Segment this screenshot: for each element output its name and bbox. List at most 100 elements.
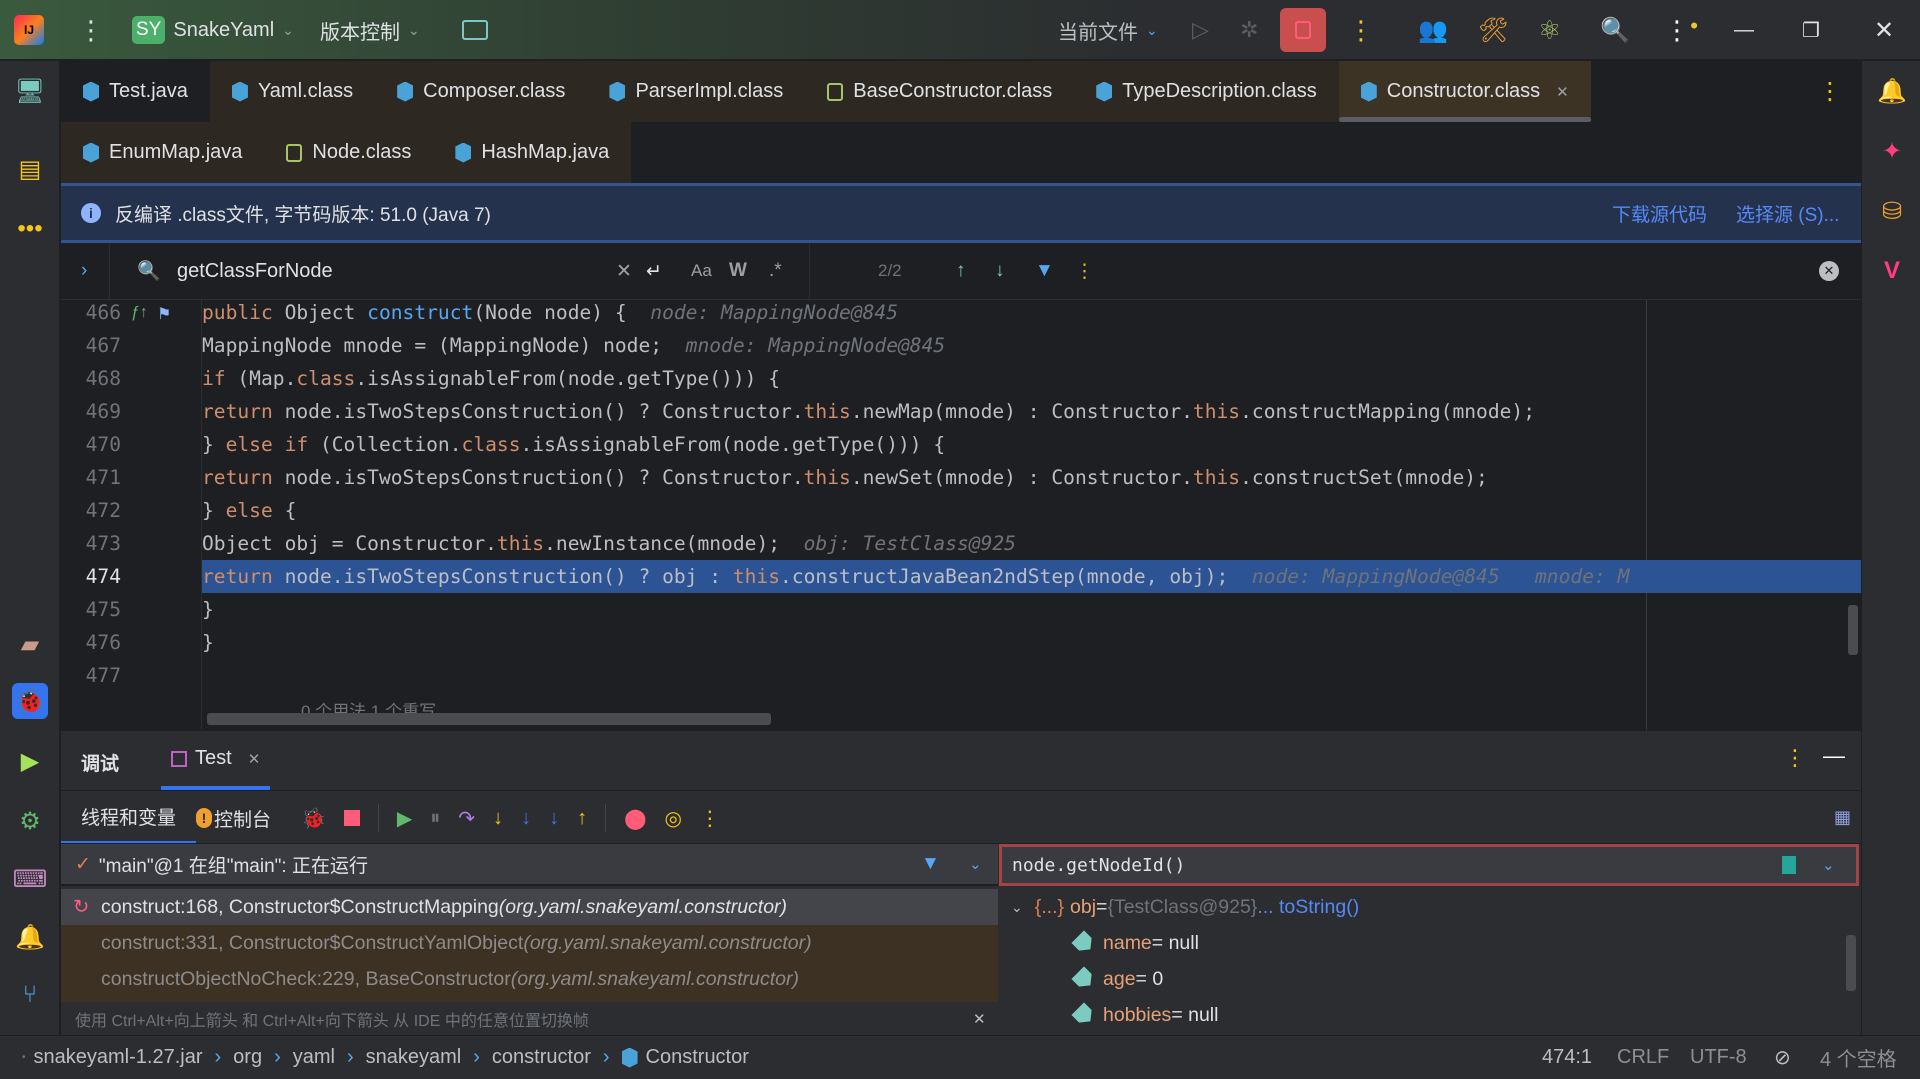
find-options-icon[interactable]: ⋮ (1075, 260, 1094, 283)
regex-toggle[interactable]: .* (769, 260, 782, 282)
stop-icon[interactable] (343, 810, 360, 826)
close-tab-icon[interactable]: ✕ (1556, 83, 1569, 101)
notifications-icon[interactable]: 🔔 (1874, 73, 1910, 109)
next-match-icon[interactable]: ↓ (995, 260, 1005, 282)
tostring-link[interactable]: ... toString() (1257, 896, 1359, 919)
horizontal-scrollbar[interactable] (207, 713, 771, 725)
tab-constructor-class[interactable]: Constructor.class ✕ (1338, 61, 1591, 122)
tab-baseconstructor-class[interactable]: BaseConstructor.class (805, 61, 1075, 122)
variable-field[interactable]: hobbies = null (1075, 997, 1218, 1033)
previous-match-icon[interactable]: ↑ (956, 260, 966, 282)
breadcrumb-item[interactable]: Constructor (646, 1046, 749, 1069)
code-with-me-icon[interactable]: 👥 (1418, 16, 1448, 45)
tab-console[interactable]: ! 控制台 (196, 791, 271, 845)
layout-settings-icon[interactable]: ▦ (1834, 807, 1851, 828)
indent-setting[interactable]: 4 个空格 (1820, 1043, 1897, 1072)
line-separator[interactable]: CRLF (1617, 1046, 1669, 1069)
readonly-icon[interactable]: ⊘ (1774, 1045, 1791, 1070)
more-debug-actions-icon[interactable]: ⋮ (700, 806, 720, 831)
code-editor[interactable]: ƒ↑ ⚑ 0 个用法 1 个重写 466 public Object const… (61, 300, 1861, 730)
close-find-icon[interactable]: ✕ (1819, 261, 1839, 281)
tab-node-class[interactable]: Node.class (264, 122, 434, 183)
force-step-into-icon[interactable]: ↓ (521, 807, 531, 830)
app-logo[interactable]: IJ (14, 0, 44, 60)
ai-chat-icon[interactable]: ✦ (1874, 133, 1910, 169)
line-number[interactable]: 473 (81, 532, 121, 555)
find-input[interactable] (177, 259, 557, 283)
line-number[interactable]: 475 (81, 598, 121, 621)
debug-tool-icon[interactable]: 🐞 (12, 683, 48, 719)
stack-frame[interactable]: ↻ construct:168, Constructor$ConstructMap… (61, 889, 998, 925)
clear-search-icon[interactable]: ✕ (616, 260, 632, 283)
services-icon[interactable]: ▰ (12, 626, 48, 662)
structure-icon[interactable]: ▤ (12, 151, 48, 187)
search-history-icon[interactable]: 🔍 (137, 259, 161, 283)
stack-frame[interactable]: construct:331, Constructor$ConstructYaml… (61, 925, 998, 961)
step-into-icon[interactable]: ↓ (493, 807, 503, 830)
git-icon[interactable]: ⑂ (12, 977, 48, 1013)
line-number[interactable]: 471 (81, 466, 121, 489)
line-number[interactable]: 469 (81, 400, 121, 423)
smart-step-into-icon[interactable]: ↓ (549, 807, 559, 830)
project-view-icon[interactable]: 🖥 (12, 73, 48, 109)
chevron-down-icon[interactable]: ⌄ (969, 855, 982, 873)
minimize-icon[interactable]: — (1734, 19, 1754, 42)
vcs-menu[interactable]: 版本控制 ⌄ (320, 0, 420, 60)
database-icon[interactable]: ⛁ (1874, 193, 1910, 229)
tab-hashmap-java[interactable]: HashMap.java (433, 122, 632, 183)
panel-options-icon[interactable]: ⋮ (1784, 745, 1806, 771)
whole-words-toggle[interactable]: W (729, 260, 747, 282)
variable-field[interactable]: age = 0 (1075, 961, 1163, 997)
close-tab-icon[interactable]: ✕ (248, 750, 261, 768)
line-number[interactable]: 466 (81, 301, 121, 324)
step-out-icon[interactable]: ↑ (577, 807, 587, 830)
line-number[interactable]: 477 (81, 664, 121, 687)
tab-test-java[interactable]: Test.java (61, 61, 210, 122)
variables-scrollbar[interactable] (1846, 935, 1856, 991)
more-tools-icon[interactable]: ••• (12, 211, 48, 247)
breadcrumb-item[interactable]: org (233, 1046, 262, 1069)
line-number[interactable]: 476 (81, 631, 121, 654)
debug-icon[interactable]: ✲ (1240, 17, 1258, 43)
stop-button[interactable] (1280, 8, 1326, 52)
tools-icon[interactable]: 🛠 (1478, 16, 1508, 45)
tab-composer-class[interactable]: Composer.class (375, 61, 588, 122)
hide-panel-icon[interactable]: — (1823, 743, 1845, 769)
tab-yaml-class[interactable]: Yaml.class (209, 61, 376, 122)
collapse-icon[interactable]: ⌄ (1011, 899, 1023, 916)
search-icon[interactable]: 🔍 (1600, 16, 1630, 45)
add-watch-icon[interactable] (1782, 856, 1796, 874)
settings-updates-icon[interactable]: ⋮● (1664, 15, 1698, 46)
run-config-selector[interactable]: 当前文件 ⌄ (1058, 0, 1158, 60)
tab-parserimpl-class[interactable]: ParserImpl.class (587, 61, 806, 122)
evaluate-expression-field[interactable]: node.getNodeId() ⌄ (999, 844, 1859, 886)
line-number[interactable]: 474 (81, 565, 121, 588)
close-hint-icon[interactable]: ✕ (973, 1010, 986, 1028)
settings-icon[interactable]: ⚙ (12, 803, 48, 839)
breadcrumb-item[interactable]: snakeyaml-1.27.jar (34, 1046, 203, 1069)
terminal-icon[interactable]: ⌨ (12, 861, 48, 897)
tab-enummap-java[interactable]: EnumMap.java (61, 122, 265, 183)
filter-icon[interactable]: ▼ (921, 853, 940, 875)
restore-icon[interactable]: ❐ (1802, 18, 1820, 43)
line-number[interactable]: 468 (81, 367, 121, 390)
main-menu-icon[interactable]: ⋮ (78, 15, 104, 46)
variable-field[interactable]: name = null (1075, 925, 1199, 961)
problems-icon[interactable]: 🔔 (12, 919, 48, 955)
match-case-toggle[interactable]: Aa (691, 261, 712, 281)
tabs-more-icon[interactable]: ⋮ (1818, 61, 1842, 122)
pause-icon[interactable]: ⏸ (430, 807, 440, 830)
tab-typedescription-class[interactable]: TypeDescription.class (1074, 61, 1339, 122)
tab-test-session[interactable]: Test ✕ (161, 731, 271, 790)
resume-icon[interactable]: ▶ (397, 806, 412, 831)
stack-frame[interactable]: constructObjectNoCheck:229, BaseConstruc… (61, 961, 998, 997)
line-number[interactable]: 470 (81, 433, 121, 456)
variable-obj[interactable]: ⌄ {...} obj = {TestClass@925} ... toStri… (1011, 889, 1359, 925)
thread-selector[interactable]: ✓ "main"@1 在组"main": 正在运行 ▼ ⌄ (61, 844, 998, 886)
run-icon[interactable]: ▷ (1192, 17, 1209, 43)
tab-threads-variables[interactable]: 线程和变量 (61, 791, 197, 845)
step-over-icon[interactable]: ↷ (458, 806, 475, 831)
breadcrumb-item[interactable]: constructor (492, 1046, 591, 1069)
expand-history-icon[interactable]: ⌄ (1822, 856, 1835, 874)
line-number[interactable]: 472 (81, 499, 121, 522)
